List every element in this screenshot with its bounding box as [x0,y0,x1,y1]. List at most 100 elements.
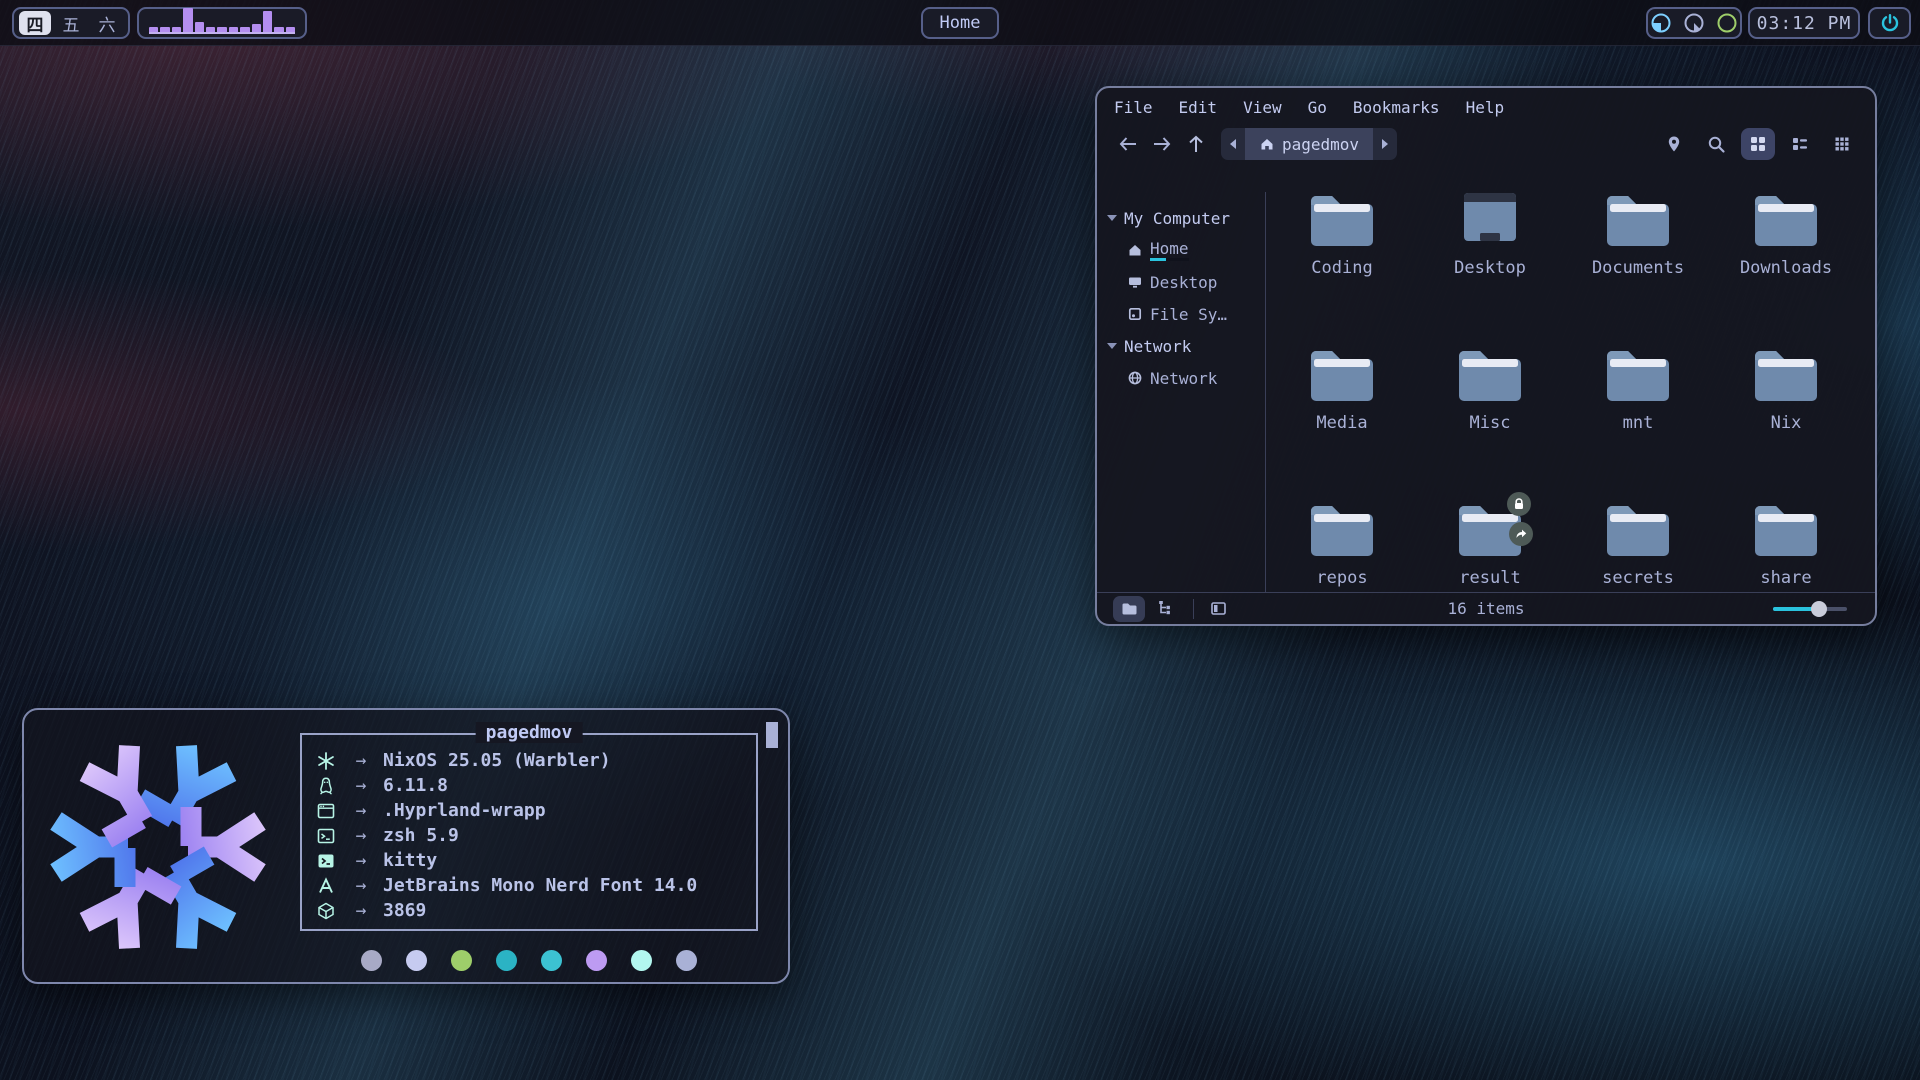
visualizer-bar [160,27,169,32]
menu-edit[interactable]: Edit [1179,98,1218,117]
sidebar-section-network[interactable]: Network [1107,330,1265,362]
sidebar-item-filesystem[interactable]: File Sy… [1107,298,1265,330]
path-bar: pagedmov [1221,128,1397,160]
home-icon [1127,242,1143,258]
visualizer-bar [229,27,238,32]
lock-emblem-icon [1507,492,1531,516]
places-sidebar: My Computer Home Desktop File Sy… Networ… [1097,192,1266,592]
palette-color-dot [496,950,517,971]
visualizer-bar [149,27,158,32]
folder-item[interactable]: result [1416,500,1564,655]
visualizer-bar [172,27,181,32]
workspace-item[interactable]: 六 [91,11,123,35]
audio-visualizer-bars [149,12,295,34]
menu-bookmarks[interactable]: Bookmarks [1353,98,1440,117]
arrow-icon: → [339,825,383,846]
sidebar-item-desktop[interactable]: Desktop [1107,266,1265,298]
folder-item[interactable]: Misc [1416,345,1564,500]
sidebar-item-network[interactable]: Network [1107,362,1265,394]
visualizer-bar [195,22,204,32]
folder-icon [1309,500,1375,556]
folder-item[interactable]: mnt [1564,345,1712,500]
fetch-row: →kitty [313,848,756,873]
folder-item[interactable]: Documents [1564,190,1712,345]
nixos-logo [38,733,278,961]
fetch-row: →6.11.8 [313,773,756,798]
visualizer-bar [206,27,215,32]
folder-icon [1753,500,1819,556]
folder-item[interactable]: Media [1268,345,1416,500]
filesystem-icon [1127,306,1143,322]
disk-gauge-icon[interactable] [1650,12,1672,34]
sidebar-section-my-computer[interactable]: My Computer [1107,202,1265,234]
path-segment-home[interactable]: pagedmov [1245,128,1373,160]
clock[interactable]: 03:12 PM [1748,7,1860,39]
folder-item[interactable]: secrets [1564,500,1712,655]
folder-item[interactable]: Coding [1268,190,1416,345]
menu-help[interactable]: Help [1466,98,1505,117]
path-scroll-left[interactable] [1221,128,1245,160]
fetch-value: JetBrains Mono Nerd Font 14.0 [383,875,697,896]
fetch-row: →.Hyprland-wrapp [313,798,756,823]
list-view-button[interactable] [1783,128,1817,160]
folder-icon [1457,500,1523,556]
visualizer-bar [217,27,226,32]
location-button[interactable] [1657,128,1691,160]
active-window-title[interactable]: Home [921,7,999,39]
workspace-item[interactable]: 五 [55,11,87,35]
folder-label: Media [1316,413,1367,433]
folder-label: Downloads [1740,258,1832,278]
visualizer-bar [263,11,272,32]
home-icon [1259,136,1275,152]
folder-item[interactable]: Nix [1712,345,1860,500]
folder-label: Misc [1470,413,1511,433]
grid-view-icon [1749,135,1767,153]
forward-button[interactable] [1145,128,1179,160]
palette-color-dot [631,950,652,971]
workspace-switcher: 四 五 六 [12,7,130,39]
up-button[interactable] [1179,128,1213,160]
fetch-hostname: pagedmov [476,722,583,743]
power-button[interactable] [1868,7,1911,39]
folder-item[interactable]: Desktop [1416,190,1564,345]
menu-view[interactable]: View [1243,98,1282,117]
folder-icon [1457,345,1523,401]
list-view-icon [1791,135,1809,153]
path-scroll-right[interactable] [1373,128,1397,160]
folder-item[interactable]: share [1712,500,1860,655]
sidebar-item-home[interactable]: Home [1107,234,1265,266]
back-button[interactable] [1111,128,1145,160]
visualizer-bar [240,27,249,32]
shortcut-emblem-icon [1509,522,1533,546]
memory-gauge-icon[interactable] [1683,12,1705,34]
arrow-icon: → [339,900,383,921]
top-bar: 四 五 六 Home 03:12 PM [0,0,1920,46]
menu-go[interactable]: Go [1308,98,1327,117]
compact-view-button[interactable] [1825,128,1859,160]
terminal-icon [313,851,339,871]
shell-icon [313,826,339,846]
chevron-down-icon [1107,343,1117,349]
folder-label: Coding [1311,258,1372,278]
workspace-item[interactable]: 四 [19,11,51,35]
globe-icon [1127,370,1143,386]
visualizer-bar [252,24,261,32]
audio-visualizer [137,7,307,39]
toolbar: pagedmov [1097,121,1875,167]
icon-view-button[interactable] [1741,128,1775,160]
folder-label: repos [1316,568,1367,588]
palette-color-dot [676,950,697,971]
palette-color-dot [586,950,607,971]
search-button[interactable] [1699,128,1733,160]
palette-color-dot [451,950,472,971]
folder-label: Desktop [1454,258,1526,278]
cpu-gauge-icon[interactable] [1716,12,1738,34]
menu-file[interactable]: File [1114,98,1153,117]
power-icon [1880,13,1900,33]
folder-icon [1457,190,1523,246]
folder-icon [1753,190,1819,246]
folder-icon [1605,345,1671,401]
folder-item[interactable]: Downloads [1712,190,1860,345]
folder-item[interactable]: repos [1268,500,1416,655]
visualizer-bar [286,27,295,32]
